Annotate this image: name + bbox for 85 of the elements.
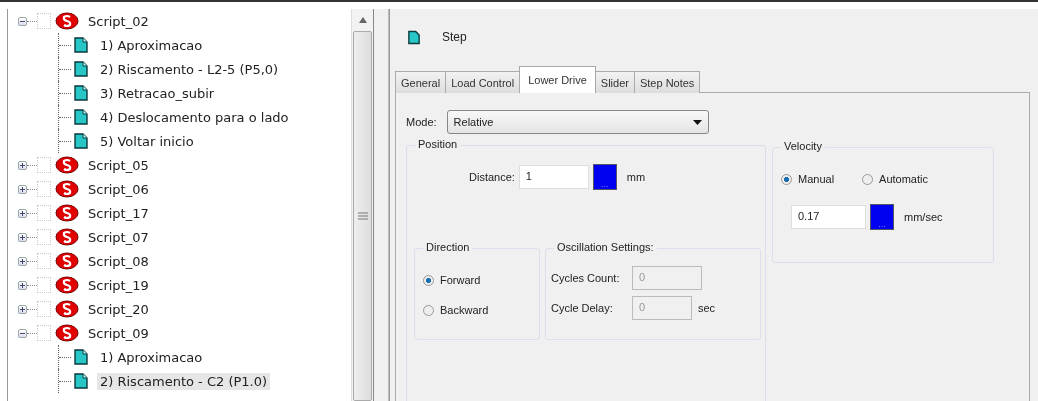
tab[interactable]: Slider bbox=[594, 71, 635, 93]
expander-icon[interactable] bbox=[18, 16, 27, 26]
script-icon bbox=[55, 12, 79, 30]
radio-label[interactable]: Backward bbox=[440, 304, 489, 316]
checkbox[interactable] bbox=[37, 325, 51, 341]
expander-icon[interactable] bbox=[18, 328, 27, 338]
script-icon bbox=[55, 300, 79, 318]
tree-item[interactable]: 1) Aproximacao bbox=[97, 348, 206, 366]
checkbox[interactable] bbox=[37, 277, 51, 293]
script-icon bbox=[55, 156, 79, 174]
script-icon bbox=[55, 276, 79, 294]
expander-icon[interactable] bbox=[18, 160, 27, 170]
tab[interactable]: Lower Drive bbox=[519, 66, 596, 93]
radio-label[interactable]: Manual bbox=[798, 173, 835, 185]
group-title: Position bbox=[415, 138, 461, 150]
unit-label: mm/sec bbox=[904, 211, 943, 223]
scroll-up-icon[interactable] bbox=[358, 17, 367, 23]
tree-item[interactable]: 2) Riscamento - L2-5 (P5,0) bbox=[97, 60, 282, 78]
unit-label: mm bbox=[626, 171, 646, 183]
panel-title: Step bbox=[442, 30, 467, 44]
caret-icon bbox=[692, 119, 702, 125]
tree-item[interactable]: 4) Deslocamento para o lado bbox=[97, 108, 292, 126]
radio-label[interactable]: Forward bbox=[440, 274, 481, 286]
document-icon bbox=[74, 61, 88, 77]
tab[interactable]: Load Control bbox=[445, 71, 521, 93]
document-icon bbox=[74, 85, 88, 101]
document-icon bbox=[74, 349, 88, 365]
document-icon bbox=[74, 373, 88, 389]
radio-button[interactable] bbox=[862, 173, 874, 185]
mode-dropdown[interactable]: Relative bbox=[446, 110, 709, 134]
checkbox[interactable] bbox=[37, 229, 51, 245]
tree-item[interactable]: 3) Retracao_subir bbox=[97, 84, 218, 102]
tree-item[interactable]: 2) Riscamento - C2 (P1.0) bbox=[97, 372, 271, 390]
scroll-thumb[interactable] bbox=[353, 31, 372, 401]
splitter[interactable] bbox=[373, 9, 389, 401]
group-title: Velocity bbox=[781, 140, 825, 152]
tree-item[interactable]: Script_06 bbox=[85, 180, 152, 198]
group-title: Direction bbox=[423, 241, 473, 253]
field-label: Mode: bbox=[406, 116, 437, 128]
tree-item[interactable]: 5) Voltar inicio bbox=[97, 132, 197, 150]
checkbox[interactable] bbox=[37, 253, 51, 269]
radio-label[interactable]: Automatic bbox=[879, 173, 928, 185]
group-title: Oscillation Settings: bbox=[554, 241, 657, 253]
expander-icon[interactable] bbox=[18, 280, 27, 290]
tree-item[interactable]: Script_05 bbox=[85, 156, 152, 174]
document-icon bbox=[74, 37, 88, 53]
tree-item[interactable]: Script_02 bbox=[85, 12, 152, 30]
field-label: Cycle Delay: bbox=[551, 302, 614, 314]
tree-item[interactable]: Script_07 bbox=[85, 228, 152, 246]
checkbox[interactable] bbox=[37, 205, 51, 221]
checkbox[interactable] bbox=[37, 13, 51, 29]
expander-icon[interactable] bbox=[18, 304, 27, 314]
tree-item[interactable]: Script_19 bbox=[85, 276, 152, 294]
tab[interactable]: Step Notes bbox=[633, 71, 701, 93]
tree-item[interactable]: Script_17 bbox=[85, 204, 152, 222]
script-icon bbox=[55, 324, 79, 342]
scrollbar[interactable] bbox=[351, 9, 373, 401]
tree-item[interactable]: Script_09 bbox=[85, 324, 152, 342]
radio-button[interactable] bbox=[423, 274, 434, 286]
tab[interactable]: General bbox=[395, 71, 447, 93]
document-icon bbox=[408, 29, 420, 45]
checkbox[interactable] bbox=[37, 157, 51, 173]
script-icon bbox=[55, 204, 79, 222]
expander-icon[interactable] bbox=[18, 232, 27, 242]
radio-button[interactable] bbox=[423, 304, 434, 316]
radio-button[interactable] bbox=[781, 173, 792, 185]
document-icon bbox=[74, 133, 88, 149]
checkbox[interactable] bbox=[37, 181, 51, 197]
velocity-field[interactable]: 0.17 bbox=[791, 205, 866, 229]
grip-icon bbox=[357, 212, 368, 220]
tree-item[interactable]: Script_08 bbox=[85, 252, 152, 270]
tree-item[interactable]: Script_20 bbox=[85, 300, 152, 318]
unit-label: sec bbox=[698, 302, 716, 314]
distance-field[interactable]: 1 bbox=[518, 165, 589, 189]
script-icon bbox=[55, 252, 79, 270]
tree-item[interactable]: 1) Aproximacao bbox=[97, 36, 206, 54]
checkbox[interactable] bbox=[37, 301, 51, 317]
expander-icon[interactable] bbox=[18, 256, 27, 266]
script-icon bbox=[55, 228, 79, 246]
expander-icon[interactable] bbox=[18, 208, 27, 218]
field-label: Cycles Count: bbox=[551, 272, 621, 284]
script-icon bbox=[55, 180, 79, 198]
field-label: Distance: bbox=[469, 171, 515, 183]
expander-icon[interactable] bbox=[18, 184, 27, 194]
document-icon bbox=[74, 109, 88, 125]
